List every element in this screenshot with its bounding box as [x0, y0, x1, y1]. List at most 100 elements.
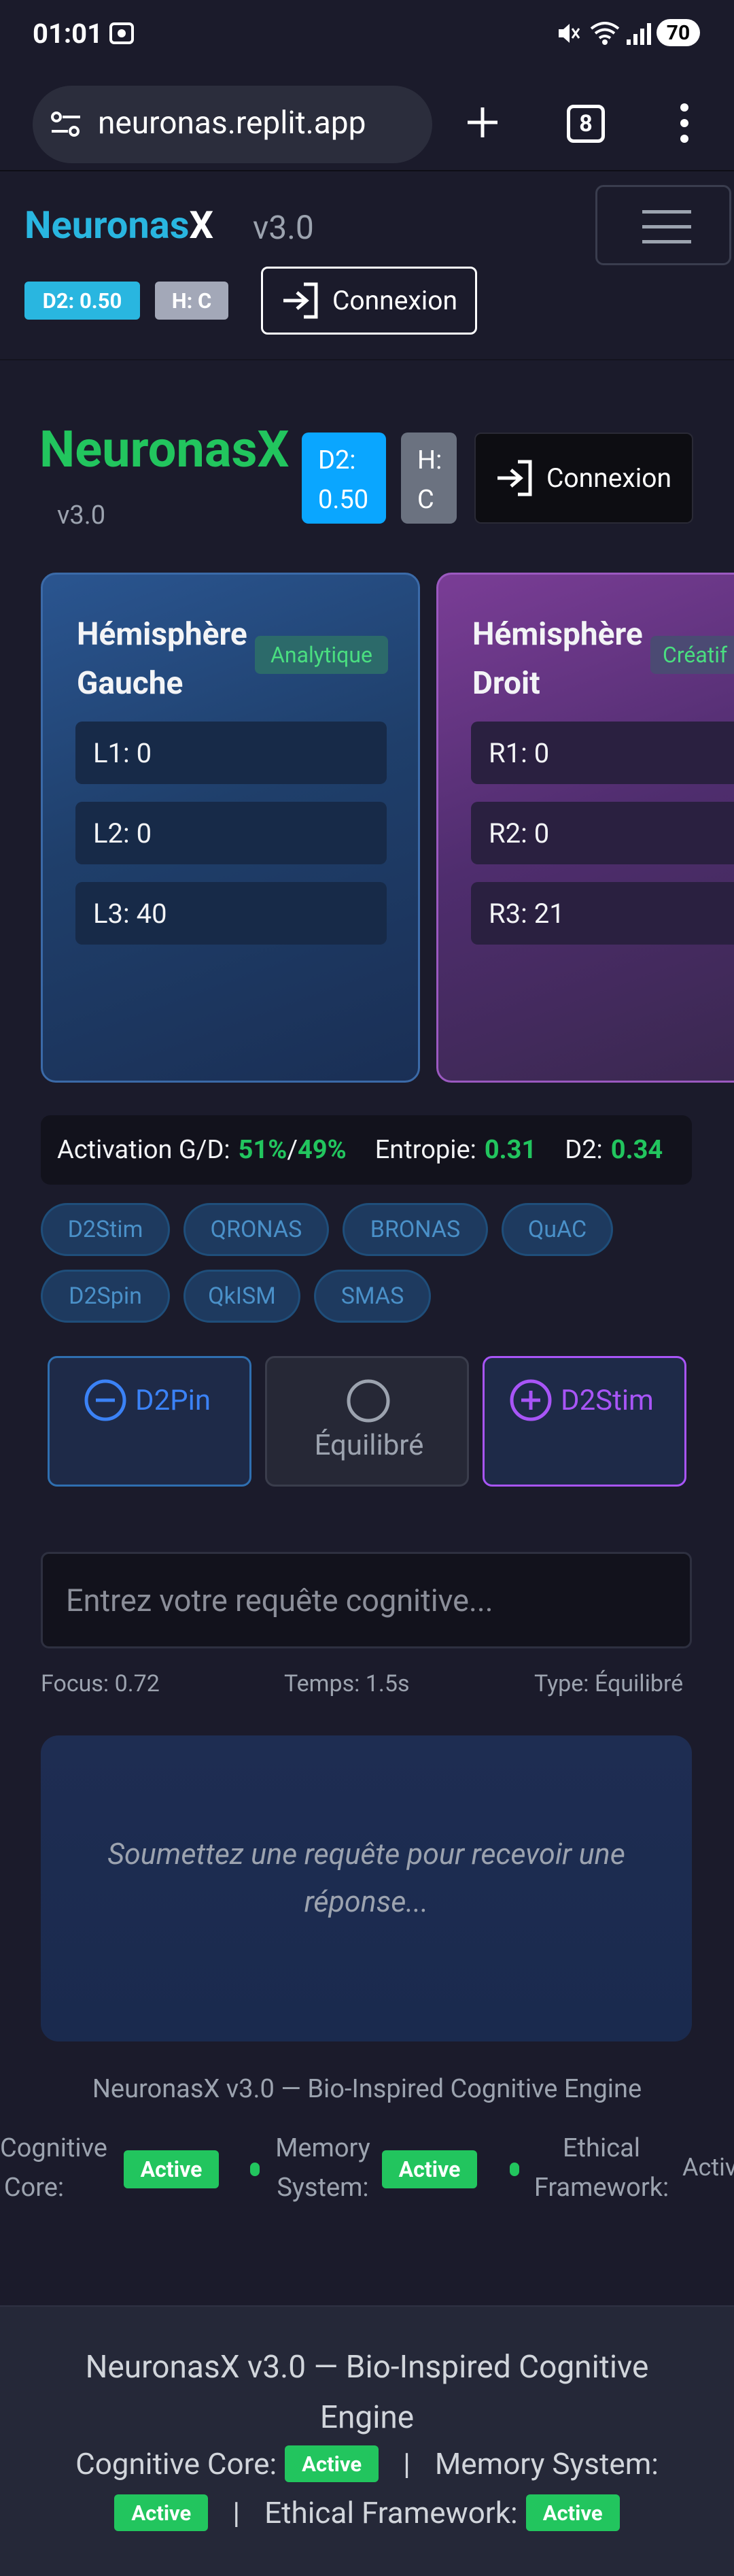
entropy-label: Entropie:	[374, 1135, 476, 1165]
login-icon	[497, 460, 532, 496]
right-hemisphere-card: Hémisphère Droit Créatif R1: 0 R2: 0 R3:…	[436, 573, 734, 1083]
region-l2: L2: 0	[75, 802, 387, 864]
battery-icon: 70	[657, 19, 700, 46]
browser-toolbar: neuronas.replit.app 8	[0, 71, 734, 171]
address-bar[interactable]: neuronas.replit.app	[33, 86, 432, 163]
bottom-status-row-1: Cognitive Core: Active | Memory System:	[0, 2445, 734, 2482]
login-label: Connexion	[332, 285, 457, 316]
plus-circle-icon	[510, 1379, 552, 1421]
bottom-title-line2: Engine	[319, 2399, 415, 2436]
d2-badge: D2: 0.50	[24, 282, 140, 320]
bottom-status-row-2: Active | Ethical Framework: Active	[0, 2494, 734, 2531]
bottom-footer: NeuronasX v3.0 — Bio-Inspired Cognitive …	[0, 2305, 734, 2576]
memory-system-status: Memory System:	[265, 2129, 381, 2207]
site-settings-icon[interactable]	[50, 110, 82, 141]
eth-label-2: Framework:	[534, 2173, 669, 2203]
login-button[interactable]: Connexion	[261, 267, 477, 335]
chip-qronas[interactable]: QRONAS	[184, 1203, 329, 1256]
new-tab-icon[interactable]	[465, 105, 500, 143]
region-r3: R3: 21	[471, 882, 734, 945]
eth-label-1: Ethical	[563, 2133, 640, 2163]
app-version: v3.0	[57, 501, 106, 530]
creatif-tag: Créatif	[650, 636, 734, 674]
equilibre-mode-button[interactable]: Équilibré	[265, 1356, 469, 1487]
entropy-value: 0.31	[484, 1135, 537, 1165]
site-brand[interactable]: NeuronasX	[24, 203, 213, 248]
tab-switcher-button[interactable]: 8	[567, 105, 605, 143]
left-title-line1: Hémisphère	[77, 616, 247, 653]
left-hemisphere-card: Hémisphère Gauche Analytique L1: 0 L2: 0…	[41, 573, 420, 1083]
memory-system-badge: Active	[382, 2150, 477, 2188]
hamburger-menu-button[interactable]	[595, 185, 731, 265]
ethical-framework-badge-cut: Activ	[682, 2153, 734, 2182]
region-l3: L3: 40	[75, 882, 387, 945]
bottom-cog-label: Cognitive Core:	[75, 2446, 277, 2481]
region-l1: L1: 0	[75, 722, 387, 784]
metrics-bar: Activation G/D: 51%/49% Entropie: 0.31 D…	[41, 1115, 692, 1185]
wifi-icon	[590, 20, 620, 49]
mute-icon	[555, 20, 580, 49]
d2-indicator-value: 0.50	[318, 485, 369, 515]
chip-d2stim[interactable]: D2Stim	[41, 1203, 170, 1256]
right-title-line1: Hémisphère	[472, 616, 643, 653]
url-text[interactable]: neuronas.replit.app	[98, 105, 366, 141]
d2-indicator: D2: 0.50	[302, 433, 386, 524]
cog-label-1: Cognitive	[0, 2133, 107, 2163]
separator: |	[403, 2446, 410, 2481]
site-version: v3.0	[253, 208, 314, 247]
bottom-eth-badge: Active	[525, 2494, 620, 2531]
response-line1: Soumettez une requête pour recevoir une	[107, 1837, 625, 1871]
time-readout: Temps: 1.5s	[284, 1670, 410, 1697]
d2-metric-value: 0.34	[610, 1135, 663, 1165]
cognitive-core-badge: Active	[124, 2150, 219, 2188]
right-title-line2: Droit	[472, 665, 540, 702]
region-r1: R1: 0	[471, 722, 734, 784]
circle-icon	[347, 1379, 390, 1423]
chip-quac[interactable]: QuAC	[502, 1203, 613, 1256]
response-line2: réponse...	[304, 1885, 429, 1919]
h-badge: H: C	[155, 282, 228, 320]
type-readout: Type: Équilibré	[534, 1670, 684, 1697]
status-dot	[250, 2163, 260, 2176]
mem-label-2: System:	[277, 2173, 369, 2203]
cognitive-query-input[interactable]	[41, 1552, 692, 1648]
bottom-cog-badge: Active	[285, 2445, 379, 2482]
d2-indicator-label: D2:	[318, 445, 356, 475]
d2-metric-label: D2:	[565, 1135, 603, 1165]
brand-main: Neuronas	[24, 203, 190, 248]
activation-slash: /	[287, 1135, 298, 1165]
more-menu-icon[interactable]	[676, 102, 693, 147]
brand-suffix: X	[189, 203, 214, 248]
cognitive-core-status: Cognitive Core:	[0, 2129, 107, 2207]
response-placeholder: Soumettez une requête pour recevoir une …	[41, 1831, 692, 1926]
right-hemisphere-title: Hémisphère Droit	[472, 610, 643, 708]
chip-bronas[interactable]: BRONAS	[343, 1203, 488, 1256]
left-hemisphere-title: Hémisphère Gauche	[77, 610, 247, 708]
chip-smas[interactable]: SMAS	[314, 1270, 431, 1323]
d2pin-label: D2Pin	[135, 1383, 211, 1417]
chip-d2spin[interactable]: D2Spin	[41, 1270, 170, 1323]
hamburger-icon	[642, 210, 691, 243]
h-indicator-label: H:	[417, 445, 442, 475]
bottom-mem-badge: Active	[114, 2494, 209, 2531]
app-login-button[interactable]: Connexion	[474, 433, 693, 524]
footer-title: NeuronasX v3.0 — Bio-Inspired Cognitive …	[92, 2074, 642, 2104]
d2stim-label: D2Stim	[561, 1383, 654, 1417]
mem-label-1: Memory	[275, 2133, 370, 2163]
app-login-label: Connexion	[546, 462, 671, 494]
ethical-framework-status: Ethical Framework:	[530, 2129, 673, 2207]
analytique-tag: Analytique	[255, 636, 388, 674]
login-icon	[283, 282, 318, 319]
cog-label-2: Core:	[3, 2173, 65, 2203]
status-time: 01:01	[33, 18, 103, 50]
equilibre-label: Équilibré	[314, 1429, 424, 1462]
bottom-mem-label: Memory System:	[434, 2446, 659, 2481]
separator: |	[232, 2495, 241, 2530]
d2pin-mode-button[interactable]: D2Pin	[48, 1356, 251, 1487]
status-dot	[510, 2163, 519, 2176]
bottom-eth-label: Ethical Framework:	[264, 2495, 518, 2530]
h-indicator-value: C	[417, 485, 434, 515]
screen-record-icon	[109, 22, 135, 45]
d2stim-mode-button[interactable]: D2Stim	[483, 1356, 686, 1487]
chip-qkism[interactable]: QkISM	[184, 1270, 300, 1323]
